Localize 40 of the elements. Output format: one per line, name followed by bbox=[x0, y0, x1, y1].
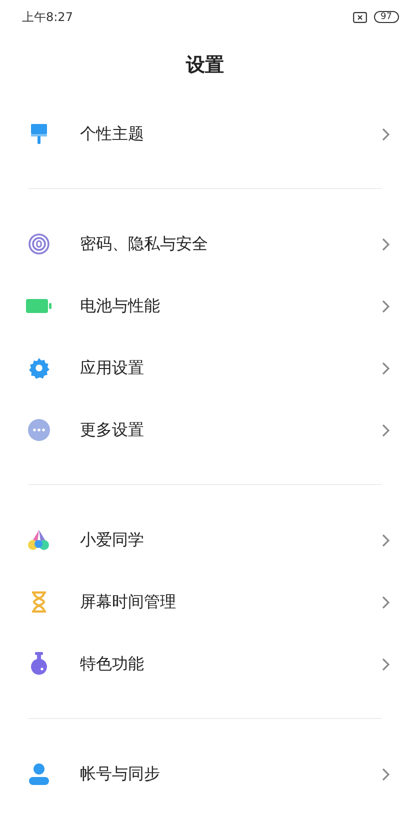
settings-label: 特色功能 bbox=[80, 654, 145, 674]
chevron-right-icon bbox=[382, 596, 390, 608]
settings-item[interactable]: 帐号与同步 bbox=[0, 743, 410, 805]
settings-item[interactable]: 电池与性能 bbox=[0, 275, 410, 337]
settings-label: 应用设置 bbox=[80, 358, 145, 378]
settings-label: 更多设置 bbox=[80, 420, 145, 440]
settings-label: 小爱同学 bbox=[80, 530, 145, 550]
chevron-right-icon bbox=[382, 424, 390, 436]
page-title: 设置 bbox=[184, 53, 225, 78]
gear-icon bbox=[28, 357, 50, 379]
settings-item[interactable]: 个性主题 bbox=[0, 103, 410, 165]
battery-icon bbox=[26, 299, 52, 313]
more-icon bbox=[28, 419, 50, 441]
chevron-right-icon bbox=[382, 128, 390, 140]
settings-label: 屏幕时间管理 bbox=[80, 592, 177, 612]
settings-item[interactable]: 密码、隐私与安全 bbox=[0, 213, 410, 275]
person-icon bbox=[28, 763, 50, 785]
settings-label: 电池与性能 bbox=[80, 296, 161, 316]
chevron-right-icon bbox=[382, 768, 390, 780]
assistant-icon bbox=[27, 529, 51, 551]
chevron-right-icon bbox=[382, 300, 390, 312]
settings-item[interactable]: 小爱同学 bbox=[0, 509, 410, 571]
fingerprint-icon bbox=[28, 233, 50, 255]
settings-item[interactable]: 屏幕时间管理 bbox=[0, 571, 410, 633]
chevron-right-icon bbox=[382, 238, 390, 250]
status-time: 上午8:27 bbox=[22, 8, 73, 26]
chevron-right-icon bbox=[382, 362, 390, 374]
settings-label: 帐号与同步 bbox=[80, 764, 161, 784]
settings-item[interactable]: 更多设置 bbox=[0, 399, 410, 461]
hourglass-icon bbox=[30, 591, 48, 613]
settings-item[interactable]: 应用设置 bbox=[0, 337, 410, 399]
paint-roller-icon bbox=[30, 123, 48, 145]
settings-label: 密码、隐私与安全 bbox=[80, 234, 209, 254]
battery-level: 97 bbox=[374, 11, 399, 23]
chevron-right-icon bbox=[382, 534, 390, 546]
flask-icon bbox=[29, 652, 49, 676]
settings-label: 个性主题 bbox=[80, 124, 145, 144]
chevron-right-icon bbox=[382, 658, 390, 670]
no-sim-icon bbox=[352, 12, 367, 22]
settings-item[interactable]: 特色功能 bbox=[0, 633, 410, 695]
